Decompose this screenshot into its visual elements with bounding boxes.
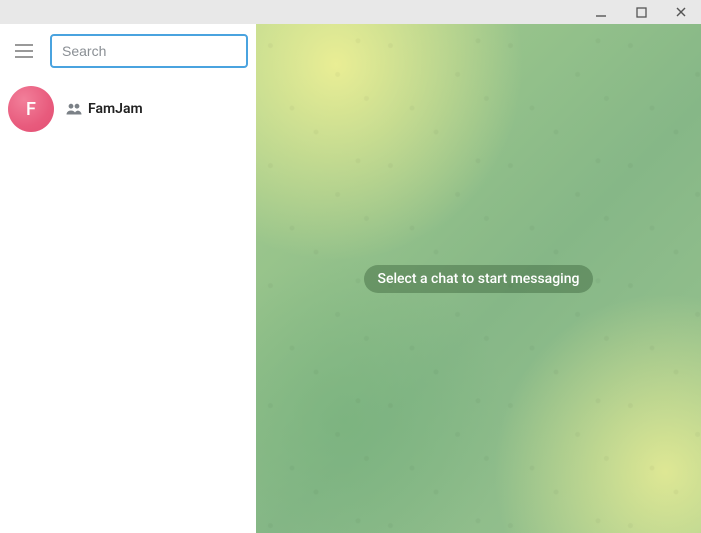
chat-area: Select a chat to start messaging	[256, 24, 701, 533]
chat-list: F FamJam	[0, 78, 256, 533]
sidebar: F FamJam	[0, 24, 256, 533]
window-maximize-button[interactable]	[627, 2, 655, 22]
empty-state-message: Select a chat to start messaging	[364, 265, 594, 293]
close-icon	[675, 6, 687, 18]
search-input[interactable]	[50, 34, 248, 68]
chat-item-meta: FamJam	[66, 101, 143, 117]
minimize-icon	[595, 6, 607, 18]
titlebar	[0, 0, 701, 24]
group-icon	[66, 103, 82, 115]
chat-item-name: FamJam	[88, 101, 143, 117]
app-window: F FamJam	[0, 0, 701, 533]
menu-button[interactable]	[8, 35, 40, 67]
maximize-icon	[636, 7, 647, 18]
avatar-letter: F	[26, 99, 36, 120]
search-wrap	[50, 34, 248, 68]
chat-list-item[interactable]: F FamJam	[0, 78, 256, 140]
sidebar-header	[0, 24, 256, 78]
avatar: F	[8, 86, 54, 132]
window-minimize-button[interactable]	[587, 2, 615, 22]
app-body: F FamJam	[0, 24, 701, 533]
hamburger-icon	[14, 43, 34, 59]
window-close-button[interactable]	[667, 2, 695, 22]
